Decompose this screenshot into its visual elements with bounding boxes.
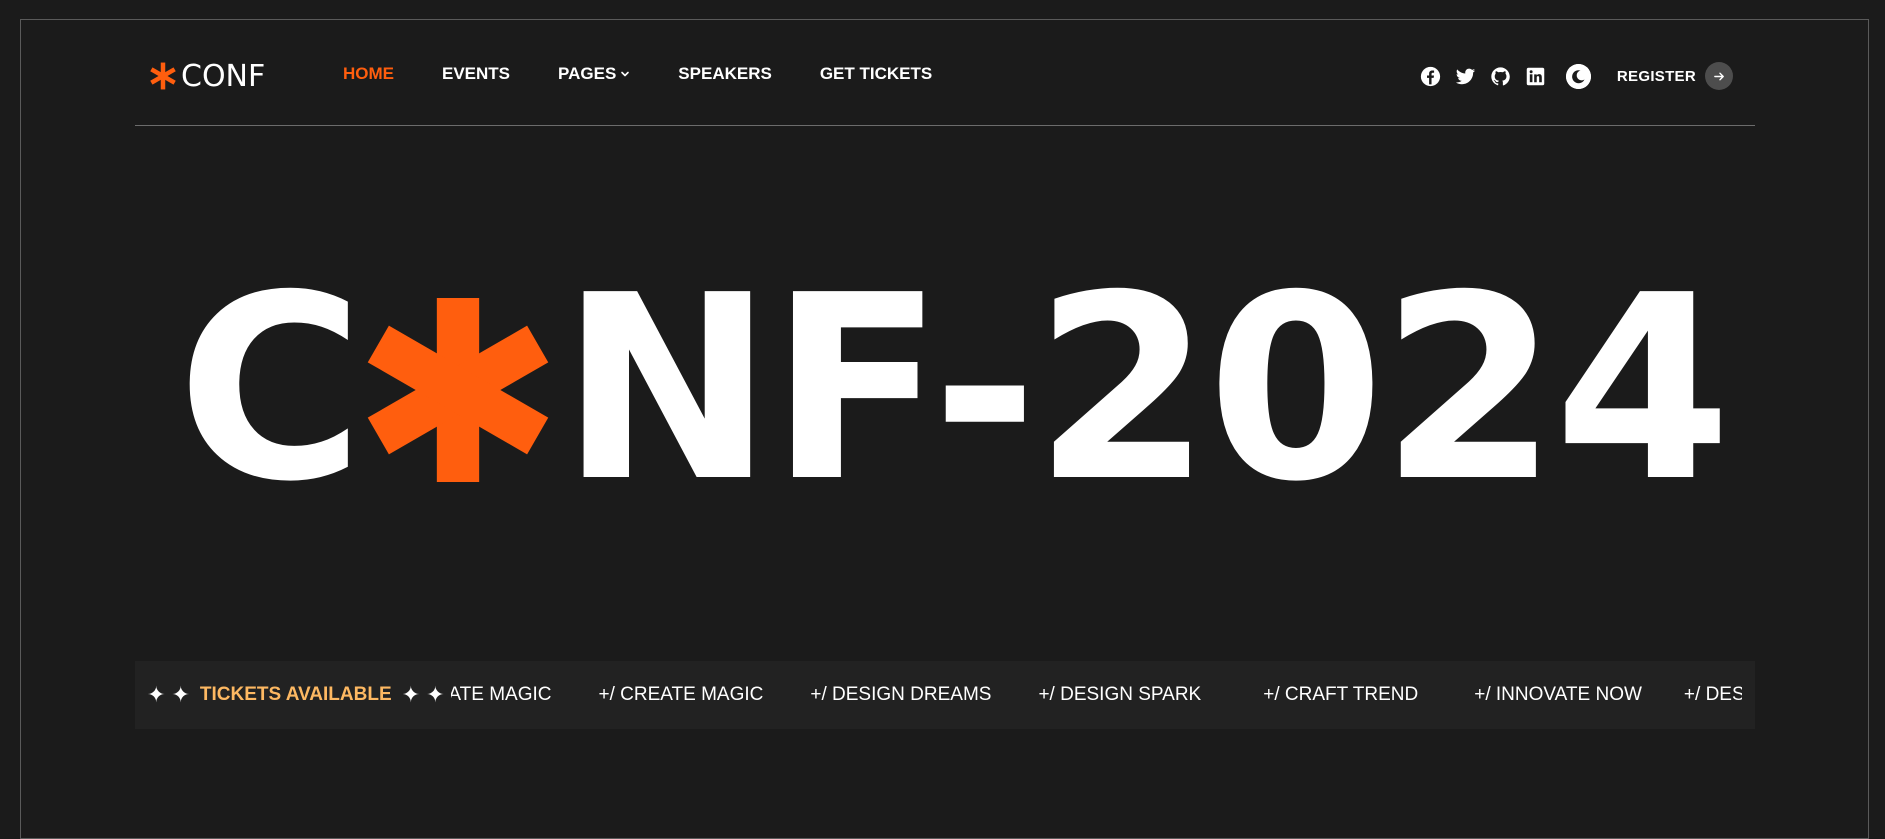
ticker-item: +/ CREATE MAGIC	[598, 684, 764, 705]
linkedin-icon	[1527, 67, 1545, 85]
site-header: CONF HOME EVENTS PAGES SPEAKERS GET TICK…	[135, 0, 1755, 126]
github-link[interactable]	[1490, 65, 1512, 87]
sparkle-icon: ✦	[147, 682, 166, 707]
asterisk-logo-icon	[150, 62, 176, 90]
marquee-ticker: ✦ ✦ TICKETS AVAILABLE ✦ ✦ REATE MAGIC +/…	[135, 661, 1755, 729]
nav-item-pages[interactable]: PAGES	[558, 64, 630, 84]
nav-item-label: PAGES	[558, 64, 617, 83]
register-button[interactable]: REGISTER	[1617, 62, 1733, 90]
nav-item-events[interactable]: EVENTS	[442, 64, 510, 84]
main-nav: HOME EVENTS PAGES SPEAKERS GET TICKETS	[343, 64, 980, 84]
theme-toggle-button[interactable]	[1565, 63, 1591, 89]
nav-item-home[interactable]: HOME	[343, 64, 394, 84]
twitter-icon	[1456, 68, 1476, 84]
moon-icon	[1565, 63, 1591, 89]
nav-item-label: SPEAKERS	[678, 64, 772, 83]
logo-text: CONF	[181, 58, 266, 94]
ticker-track: REATE MAGIC +/ CREATE MAGIC +/ DESIGN DR…	[442, 661, 1742, 729]
ticker-items: REATE MAGIC +/ CREATE MAGIC +/ DESIGN DR…	[442, 661, 1742, 729]
ticker-item: +/ CRAFT TREND	[1263, 684, 1419, 705]
sparkle-icon: ✦	[171, 682, 190, 707]
ticker-item: +/ DESIGN SPARK	[1038, 684, 1202, 705]
ticker-item: REATE MAGIC	[442, 684, 552, 705]
twitter-link[interactable]	[1455, 65, 1477, 87]
linkedin-link[interactable]	[1525, 65, 1547, 87]
hero-text-start: C	[177, 241, 364, 538]
sparkle-icon: ✦	[426, 682, 445, 707]
tickets-available-label: TICKETS AVAILABLE	[199, 684, 392, 705]
nav-item-label: HOME	[343, 64, 394, 83]
ticker-item: +/ INNOVATE NOW	[1474, 684, 1642, 705]
github-icon	[1491, 66, 1511, 85]
nav-item-label: GET TICKETS	[819, 64, 933, 83]
sparkle-icon: ✦	[401, 682, 421, 707]
hero-text-end: NF-2024	[560, 241, 1731, 538]
asterisk-icon	[367, 298, 549, 482]
facebook-link[interactable]	[1420, 65, 1442, 87]
tickets-available-badge[interactable]: ✦ ✦ TICKETS AVAILABLE ✦ ✦	[147, 661, 451, 729]
register-label: REGISTER	[1616, 67, 1696, 85]
chevron-down-icon	[621, 71, 630, 77]
header-tools: REGISTER	[1420, 62, 1733, 90]
ticker-item: +/ DESIGN DREAMS	[1683, 684, 1742, 705]
nav-item-label: EVENTS	[442, 64, 511, 83]
hero-heading: C NF-2024	[177, 241, 1737, 538]
hero-title: C NF-2024	[177, 241, 1737, 538]
ticker-item: +/ DESIGN DREAMS	[810, 684, 992, 705]
nav-item-get-tickets[interactable]: GET TICKETS	[820, 64, 932, 84]
logo[interactable]: CONF	[149, 56, 265, 96]
arrow-right-icon	[1705, 62, 1733, 90]
facebook-icon	[1421, 66, 1441, 86]
nav-item-speakers[interactable]: SPEAKERS	[678, 64, 772, 84]
